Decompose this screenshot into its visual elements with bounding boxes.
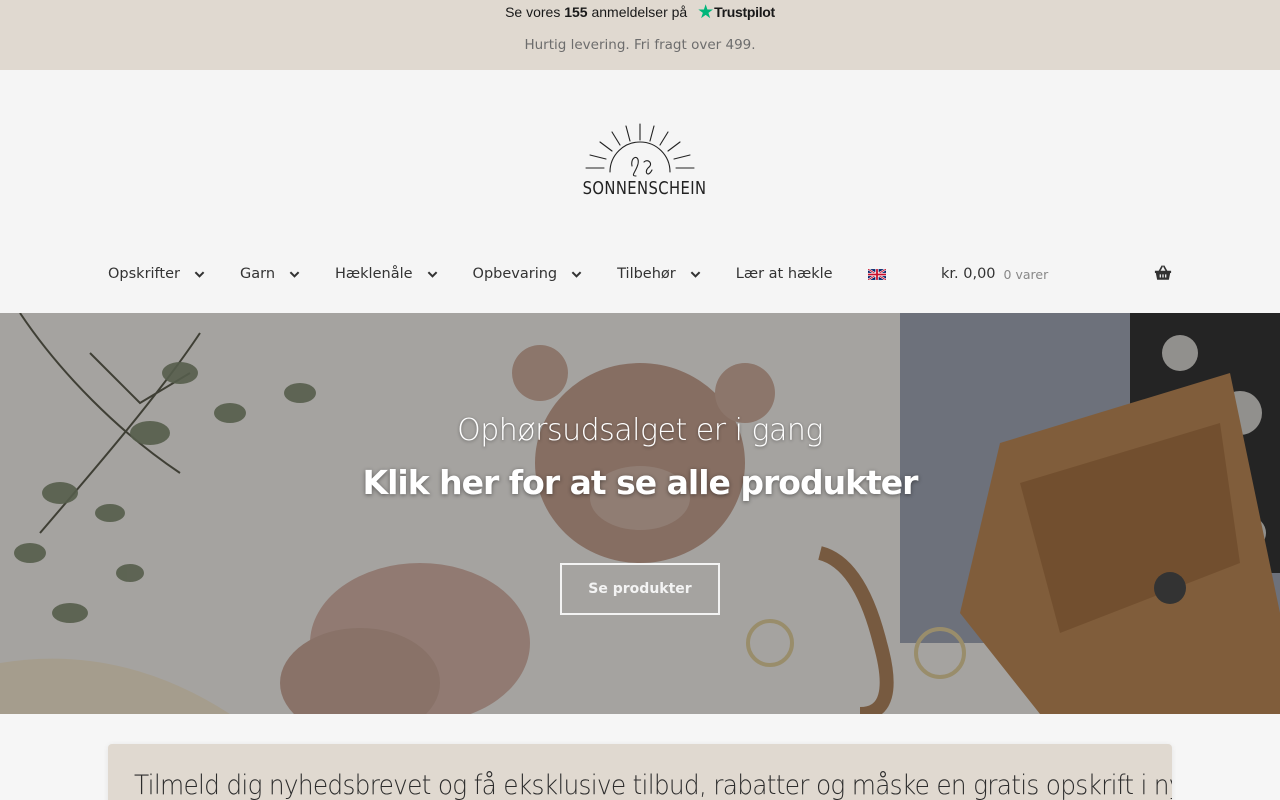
nav-item-tilbehoer[interactable]: Tilbehør: [617, 266, 701, 282]
trustpilot-widget[interactable]: Se vores 155 anmeldelser på ★Trustpilot: [0, 2, 1280, 23]
see-products-button[interactable]: Se produkter: [560, 563, 720, 615]
logo-wordmark: SONNENSCHEIN: [582, 178, 707, 199]
uk-flag-icon: [867, 268, 886, 280]
chevron-down-icon: [571, 270, 582, 278]
newsletter-heading: Tilmeld dig nyhedsbrevet og få eksklusiv…: [134, 770, 1172, 800]
cart-total: kr. 0,00: [941, 266, 996, 282]
site-header: SONNENSCHEIN Opskrifter Garn Hæklenåle O…: [0, 70, 1280, 313]
nav-item-label: Tilbehør: [617, 266, 676, 282]
shipping-notice: Hurtig levering. Fri fragt over 499.: [524, 37, 756, 53]
basket-icon[interactable]: [1154, 264, 1172, 282]
nav-item-label: Lær at hækle: [735, 266, 833, 282]
cart-item-count: 0 varer: [1003, 266, 1049, 282]
hero-title[interactable]: Klik her for at se alle produkter: [0, 463, 1280, 502]
trustpilot-brand: Trustpilot: [714, 4, 775, 20]
hero-banner[interactable]: Ophørsudsalget er i gang Klik her for at…: [0, 313, 1280, 714]
chevron-down-icon: [289, 270, 300, 278]
chevron-down-icon: [427, 270, 437, 278]
nav-item-opbevaring[interactable]: Opbevaring: [473, 266, 583, 282]
trustpilot-star-icon: ★: [697, 2, 715, 23]
trustpilot-suffix: anmeldelser på: [591, 4, 688, 20]
language-switcher[interactable]: [867, 268, 886, 280]
nav-item-label: Opbevaring: [472, 266, 558, 282]
nav-item-haeklenaale[interactable]: Hæklenåle: [335, 266, 438, 282]
nav-item-garn[interactable]: Garn: [240, 266, 300, 282]
nav-item-label: Garn: [239, 266, 276, 282]
main-navigation: Opskrifter Garn Hæklenåle Opbevaring Til…: [108, 251, 921, 297]
nav-item-opskrifter[interactable]: Opskrifter: [108, 266, 205, 282]
chevron-down-icon: [690, 270, 701, 278]
announcement-bar: Se vores 155 anmeldelser på ★Trustpilot …: [0, 0, 1280, 70]
hero-subtitle: Ophørsudsalget er i gang: [457, 413, 823, 448]
content-section: Tilmeld dig nyhedsbrevet og få eksklusiv…: [0, 714, 1280, 800]
chevron-down-icon: [194, 270, 205, 278]
nav-item-label: Opskrifter: [108, 266, 180, 282]
nav-item-laer-at-haekle[interactable]: Lær at hækle: [736, 266, 833, 282]
newsletter-box: Tilmeld dig nyhedsbrevet og få eksklusiv…: [108, 744, 1172, 800]
cart-summary[interactable]: kr. 0,00 0 varer: [941, 262, 1172, 286]
hero-overlay: [0, 313, 1280, 714]
trustpilot-prefix: Se vores: [505, 4, 561, 20]
nav-item-label: Hæklenåle: [335, 266, 413, 282]
trustpilot-review-count: 155: [564, 4, 588, 20]
site-logo[interactable]: SONNENSCHEIN: [570, 120, 710, 210]
